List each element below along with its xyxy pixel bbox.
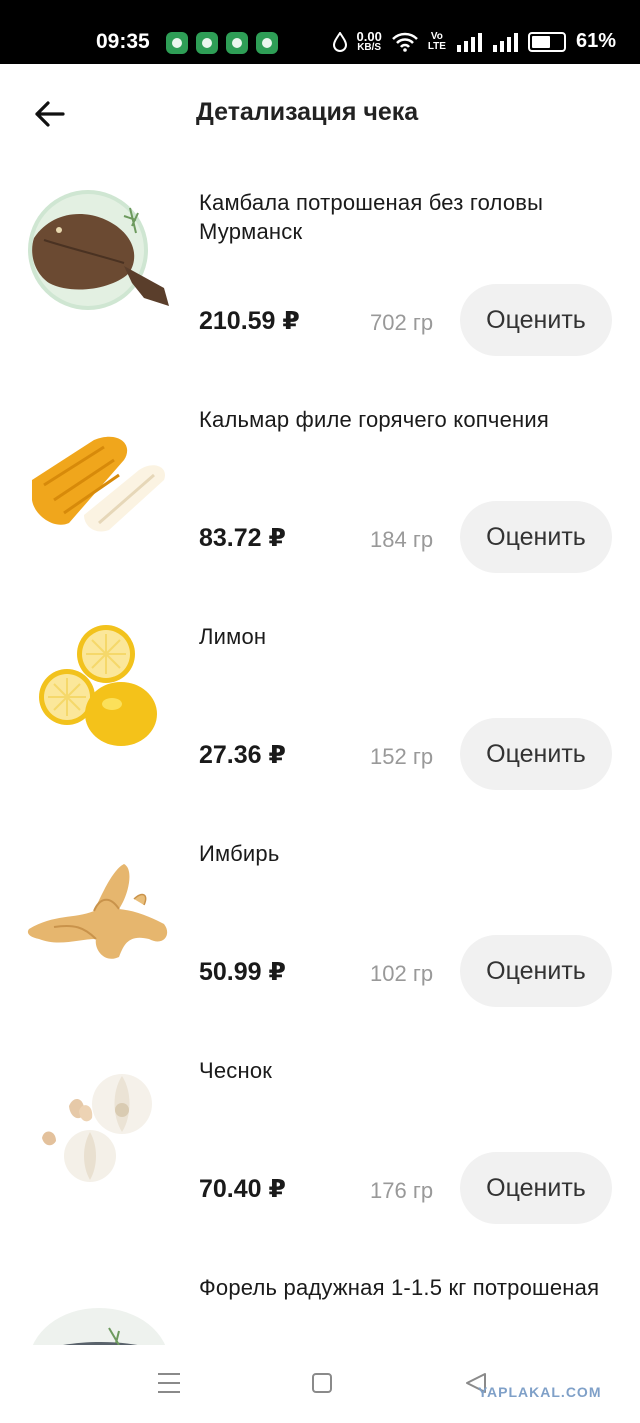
rate-button[interactable]: Оценить bbox=[460, 284, 612, 356]
item-name: Форель радужная 1-1.5 кг потрошеная bbox=[199, 1275, 600, 1300]
item-name: Камбала потрошеная без головы Мурманск bbox=[199, 190, 544, 244]
system-indicators: 0.00 KB/S Vo LTE 61% bbox=[332, 29, 616, 53]
lemon-image bbox=[39, 625, 157, 746]
list-item: Форель радужная 1-1.5 кг потрошеная bbox=[0, 1253, 640, 1345]
network-speed: 0.00 KB/S bbox=[356, 29, 382, 53]
signal-icon bbox=[456, 32, 482, 52]
item-weight: 176 гр bbox=[370, 1178, 434, 1203]
home-icon[interactable] bbox=[312, 1373, 332, 1393]
clock: 09:35 bbox=[96, 30, 150, 53]
list-item: Кальмар филе горячего копчения 83.72 ₽ 1… bbox=[0, 385, 640, 602]
item-price: 83.72 ₽ bbox=[199, 524, 286, 552]
watermark: YAPLAKAL.COM bbox=[478, 1384, 602, 1400]
recent-apps-icon[interactable] bbox=[158, 1373, 180, 1393]
notification-icons bbox=[166, 32, 278, 54]
page-title: Детализация чека bbox=[196, 98, 419, 126]
item-name: Имбирь bbox=[199, 841, 280, 866]
data-saver-icon bbox=[332, 31, 347, 52]
rate-button[interactable]: Оценить bbox=[460, 1152, 612, 1224]
item-name: Кальмар филе горячего копчения bbox=[199, 407, 549, 432]
spotify-icon bbox=[166, 32, 188, 54]
item-price: 210.59 ₽ bbox=[199, 307, 300, 335]
trout-image bbox=[32, 1308, 172, 1345]
list-item: Лимон 27.36 ₽ 152 гр Оценить bbox=[0, 602, 640, 819]
item-weight: 152 гр bbox=[370, 744, 434, 769]
item-weight: 102 гр bbox=[370, 961, 434, 986]
battery-icon bbox=[527, 31, 566, 52]
list-item: Камбала потрошеная без головы Мурманск 2… bbox=[0, 168, 640, 385]
volte-indicator: Vo LTE bbox=[427, 30, 446, 52]
item-weight: 184 гр bbox=[370, 527, 434, 552]
wifi-icon bbox=[391, 32, 418, 52]
squid-image bbox=[32, 436, 165, 532]
phone-icon bbox=[256, 32, 278, 54]
rate-button[interactable]: Оценить bbox=[460, 718, 612, 790]
list-item: Чеснок 70.40 ₽ 176 гр Оценить bbox=[0, 1036, 640, 1253]
item-price: 50.99 ₽ bbox=[199, 958, 286, 986]
ginger-image bbox=[27, 864, 168, 959]
item-price: 27.36 ₽ bbox=[199, 741, 286, 769]
item-price: 70.40 ₽ bbox=[199, 1175, 286, 1203]
flounder-image bbox=[28, 190, 169, 310]
item-name: Лимон bbox=[199, 624, 267, 649]
status-bar: 09:35 0.00 KB/S Vo LTE 61% bbox=[0, 0, 640, 64]
back-arrow-icon[interactable] bbox=[30, 94, 70, 134]
item-weight: 702 гр bbox=[370, 310, 434, 335]
garlic-image bbox=[42, 1074, 152, 1182]
signal-icon-2 bbox=[492, 32, 518, 52]
rate-button[interactable]: Оценить bbox=[460, 501, 612, 573]
item-name: Чеснок bbox=[199, 1058, 273, 1083]
app-header: Детализация чека bbox=[0, 64, 640, 164]
battery-saver-icon bbox=[226, 32, 248, 54]
battery-percent: 61% bbox=[575, 30, 616, 52]
list-item: Имбирь 50.99 ₽ 102 гр Оценить bbox=[0, 819, 640, 1036]
rate-button[interactable]: Оценить bbox=[460, 935, 612, 1007]
vpn-shield-icon bbox=[196, 32, 218, 54]
